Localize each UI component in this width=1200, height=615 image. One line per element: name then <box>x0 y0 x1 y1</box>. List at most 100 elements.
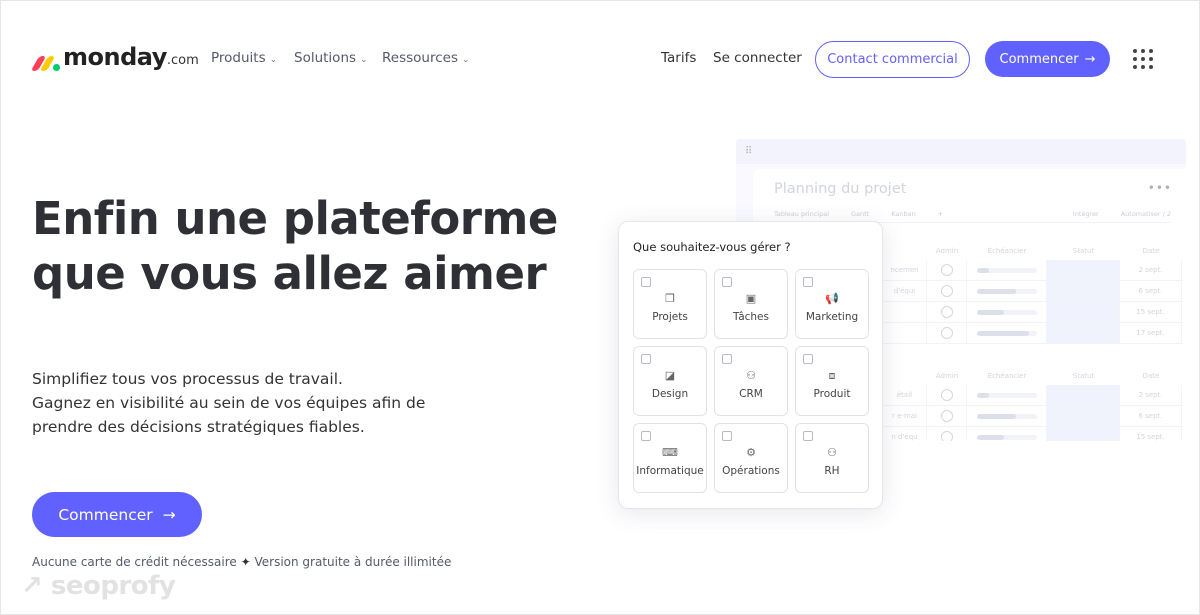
checkbox[interactable] <box>722 431 732 441</box>
logo-text: monday <box>63 43 167 71</box>
option-label: Marketing <box>805 311 859 323</box>
checkbox[interactable] <box>722 277 732 287</box>
product-icon: ⧈ <box>828 369 836 382</box>
add-cell <box>1182 406 1186 426</box>
timeline-cell <box>967 260 1047 280</box>
column-header: Date <box>1142 372 1160 380</box>
row-name: r e-mai <box>883 406 927 426</box>
arrow-right-icon: → <box>1084 51 1096 67</box>
option-crm[interactable]: ⚇ CRM <box>714 346 788 416</box>
add-cell <box>1182 385 1186 405</box>
start-button[interactable]: Commencer → <box>985 41 1110 77</box>
checkbox[interactable] <box>803 431 813 441</box>
hero-title: Enfin une plateforme que vous allez aimer <box>32 191 558 301</box>
option-label: Tâches <box>733 311 769 323</box>
column-header: Échéancier <box>987 247 1027 255</box>
timeline-cell <box>967 323 1047 343</box>
column-header: Statut <box>1072 372 1095 380</box>
work-type-picker: Que souhaitez-vous gérer ? ❐ Projets ▣ Tâch… <box>618 221 883 509</box>
note-text: Aucune carte de crédit nécessaire <box>32 555 237 569</box>
admin-cell <box>927 385 967 405</box>
option-label: Informatique <box>636 465 704 477</box>
nav-label: Produits <box>211 50 266 66</box>
start-label: Commencer <box>999 51 1079 67</box>
option-design[interactable]: ◪ Design <box>633 346 707 416</box>
megaphone-icon: 📢 <box>825 292 839 305</box>
timeline-bar <box>976 288 1037 294</box>
option-label: Opérations <box>722 465 780 477</box>
option-opérations[interactable]: ⚙ Opérations <box>714 423 788 493</box>
option-label: Design <box>651 388 689 400</box>
hero-note: Aucune carte de crédit nécessaire ✦ Vers… <box>32 555 451 569</box>
checkbox[interactable] <box>803 277 813 287</box>
checkbox[interactable] <box>641 277 651 287</box>
timeline-cell <box>967 406 1047 426</box>
status-cell <box>1047 427 1120 441</box>
date-cell: 2 sept. <box>1120 260 1182 280</box>
timeline-fill <box>976 267 989 273</box>
admin-cell <box>927 281 967 301</box>
option-label: RH <box>824 465 840 477</box>
title-line: Enfin une plateforme <box>32 192 558 245</box>
column-header: + <box>1182 247 1187 255</box>
chevron-down-icon: ⌄ <box>269 55 278 65</box>
picker-title: Que souhaitez-vous gérer ? <box>633 240 791 254</box>
cta-label: Commencer <box>58 505 153 524</box>
option-marketing[interactable]: 📢 Marketing <box>795 269 869 339</box>
avatar-icon <box>940 389 953 401</box>
status-cell <box>1047 260 1120 280</box>
board-group-2: AdminÉchéancierStatutDate+étail2 sept.r … <box>883 367 1186 441</box>
column-header: Statut <box>1072 247 1095 255</box>
subtitle-line: Simplifiez tous vos processus de travail… <box>32 370 343 388</box>
table-row: 17 sept. <box>883 323 1183 344</box>
table-header: Admin Échéancier Statut Date + <box>883 367 1186 385</box>
nav-ressources[interactable]: Ressources ⌄ <box>382 50 470 66</box>
subtitle-line: Gagnez en visibilité au sein de vos équi… <box>32 394 426 412</box>
date-cell: 15 sept. <box>1120 427 1182 441</box>
option-label: Produit <box>813 388 851 400</box>
nav-solutions[interactable]: Solutions ⌄ <box>294 50 368 66</box>
timeline-bar <box>976 392 1037 398</box>
design-icon: ◪ <box>664 369 676 382</box>
option-produit[interactable]: ⧈ Produit <box>795 346 869 416</box>
column-header: Date <box>1142 247 1160 255</box>
sparkle-icon: ✦ <box>240 555 251 569</box>
date-cell: 2 sept. <box>1120 385 1182 405</box>
checkbox[interactable] <box>641 354 651 364</box>
option-rh[interactable]: ⚇ RH <box>795 423 869 493</box>
people-icon: ⚇ <box>827 446 837 459</box>
row-name: n d'équ <box>883 427 927 441</box>
timeline-cell <box>967 302 1047 322</box>
option-label: Projets <box>652 311 688 323</box>
nav-produits[interactable]: Produits ⌄ <box>211 50 277 66</box>
admin-cell <box>927 406 967 426</box>
status-cell <box>1047 302 1120 322</box>
add-cell <box>1182 260 1186 280</box>
hero-start-button[interactable]: Commencer → <box>32 492 202 537</box>
chevron-down-icon: ⌄ <box>461 55 470 65</box>
board-tab: Kanban <box>891 210 916 218</box>
apps-grid-icon[interactable] <box>1133 49 1153 69</box>
status-cell <box>1047 385 1120 405</box>
checkbox[interactable] <box>803 354 813 364</box>
table-row: étail 2 sept. <box>883 385 1183 406</box>
timeline-fill <box>976 330 1030 336</box>
option-tâches[interactable]: ▣ Tâches <box>714 269 788 339</box>
checkbox[interactable] <box>722 354 732 364</box>
admin-cell <box>927 302 967 322</box>
contact-sales-button[interactable]: Contact commercial <box>815 41 970 78</box>
add-cell <box>1182 302 1186 322</box>
nav-tarifs[interactable]: Tarifs <box>661 50 696 66</box>
date-cell: 17 sept. <box>1120 323 1182 343</box>
option-informatique[interactable]: ⌨ Informatique <box>633 423 707 493</box>
option-projets[interactable]: ❐ Projets <box>633 269 707 339</box>
board-tab: Intégrer <box>1072 210 1099 218</box>
add-cell <box>1182 281 1186 301</box>
timeline-cell <box>967 427 1047 441</box>
login-link[interactable]: Se connecter <box>713 50 802 66</box>
monday-logo[interactable]: monday .com <box>30 43 199 71</box>
table-row: 15 sept. <box>883 302 1183 323</box>
crm-icon: ⚇ <box>746 369 756 382</box>
status-cell <box>1047 323 1120 343</box>
checkbox[interactable] <box>641 431 651 441</box>
